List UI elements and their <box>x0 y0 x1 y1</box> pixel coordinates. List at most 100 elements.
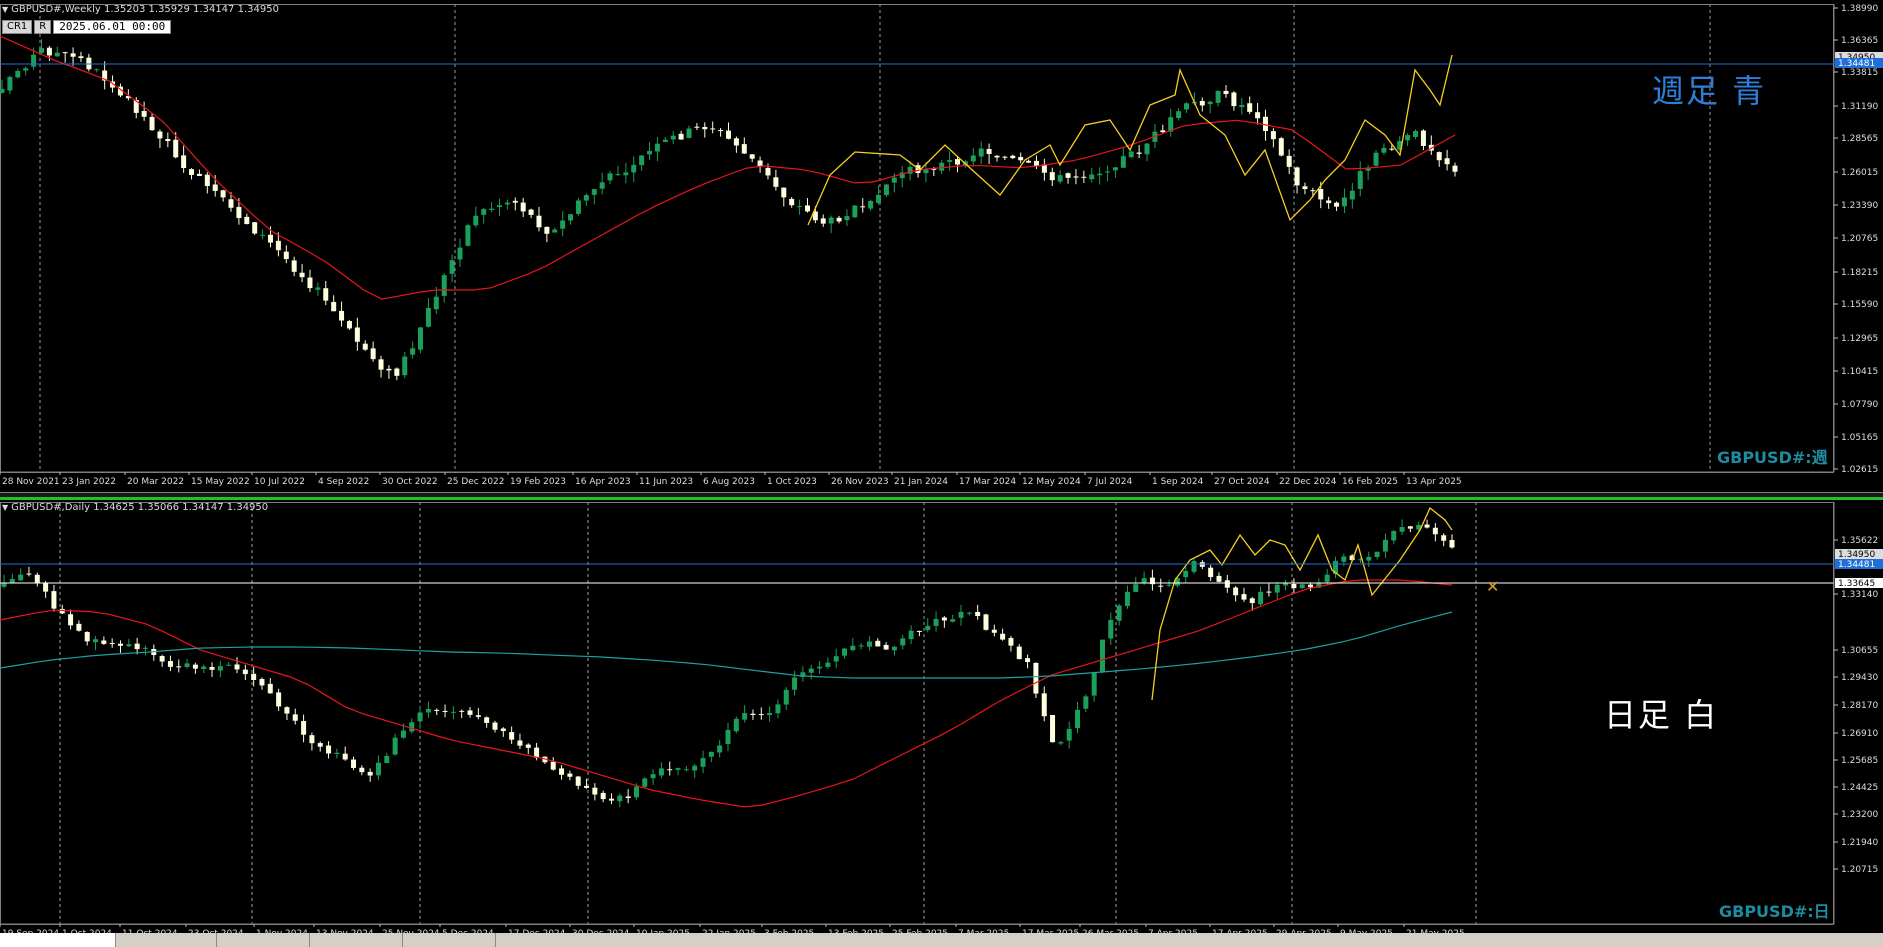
candle-body <box>1341 197 1347 207</box>
candle-body <box>654 143 660 152</box>
collapse-triangle-icon[interactable]: ▼ <box>2 503 8 512</box>
weekly-chart-canvas[interactable]: 1.38990 1.36365 1.33815 1.31190 1.28565 1.260… <box>0 0 1883 492</box>
price-label: 1.33815 <box>1841 68 1878 78</box>
chart-tab[interactable] <box>0 933 116 947</box>
price-label: 1.36365 <box>1841 36 1878 46</box>
candle-body <box>686 128 692 138</box>
candle-body <box>978 148 984 157</box>
candle-body <box>836 217 842 222</box>
price-label: 1.26910 <box>1841 729 1878 739</box>
candle-body <box>1318 189 1324 200</box>
candle-body <box>465 225 471 246</box>
time-label: 28 Nov 2021 <box>2 477 60 487</box>
candle-body <box>201 666 207 669</box>
price-label: 1.35622 <box>1841 536 1878 546</box>
weekly-symbol-label: GBPUSD#:週 <box>1717 448 1828 467</box>
candle-body <box>1223 90 1229 95</box>
candle-body <box>54 52 60 57</box>
candle-body <box>220 190 226 198</box>
candle-body <box>742 713 748 720</box>
candle-body <box>299 272 305 278</box>
time-label: 7 Jul 2024 <box>1087 477 1132 487</box>
panel-separator[interactable] <box>0 492 1883 500</box>
candle-body <box>1224 580 1230 588</box>
candle-body <box>804 205 810 212</box>
candle-body <box>1050 715 1056 743</box>
chart-tab[interactable] <box>403 933 496 947</box>
candle-body <box>866 641 872 647</box>
candle-body <box>384 756 390 764</box>
candle-body <box>694 126 700 128</box>
price-label: 1.28565 <box>1841 134 1878 144</box>
collapse-triangle-icon[interactable]: ▼ <box>2 5 8 14</box>
candle-body <box>1432 527 1438 535</box>
candle-body <box>955 159 961 165</box>
chart-tab[interactable] <box>116 933 217 947</box>
candle-body <box>623 172 629 176</box>
candle-body <box>433 296 439 310</box>
candle-body <box>1247 103 1253 112</box>
candle-body <box>1105 171 1111 173</box>
price-label: 1.21940 <box>1841 838 1878 848</box>
candle-body <box>181 155 187 168</box>
candle-body <box>1366 556 1372 561</box>
candle-body <box>631 164 637 173</box>
candle-body <box>1183 570 1189 578</box>
candle-body <box>1302 186 1308 190</box>
candle-body <box>1018 156 1024 161</box>
candle-body <box>850 645 856 651</box>
candle-body <box>326 745 332 754</box>
candle-body <box>1116 605 1122 621</box>
candle-body <box>852 205 858 218</box>
weekly-chart-panel[interactable]: 1.38990 1.36365 1.33815 1.31190 1.28565 1.260… <box>0 0 1883 492</box>
candle-body <box>567 773 573 777</box>
candle-body <box>575 200 581 214</box>
weekly-ohlc-header: ▼ GBPUSD#,Weekly 1.35203 1.35929 1.34147 … <box>2 4 279 15</box>
zigzag-line <box>807 54 1453 226</box>
candle-body <box>1239 105 1245 108</box>
candle-body <box>947 160 953 162</box>
candle-body <box>583 195 589 201</box>
time-label: 19 Feb 2023 <box>510 477 566 487</box>
candle-body <box>1334 202 1340 207</box>
candle-body <box>481 209 487 215</box>
chart-tab[interactable] <box>217 933 310 947</box>
candle-body <box>1128 151 1134 158</box>
time-label: 25 Dec 2022 <box>447 477 505 487</box>
candle-body <box>1283 583 1289 586</box>
ma-fast-line <box>0 579 1453 808</box>
candle-body <box>1294 167 1300 186</box>
candle-body <box>234 664 240 670</box>
candle-body <box>475 715 481 717</box>
r-button[interactable]: R <box>34 20 52 34</box>
candle-body <box>512 200 518 203</box>
candle-body <box>167 661 173 667</box>
candle-body <box>1066 728 1072 741</box>
candle-body <box>625 796 631 799</box>
candle-body <box>1075 709 1081 729</box>
candle-body <box>1324 574 1330 582</box>
candle-body <box>757 160 763 167</box>
candle-body <box>1341 556 1347 562</box>
candle-body <box>342 753 348 760</box>
candle-body <box>592 787 598 795</box>
candle-body <box>260 234 266 236</box>
candle-body <box>1097 173 1103 176</box>
date-input[interactable]: 2025.06.01 00:00 <box>53 20 172 34</box>
candle-body <box>1231 92 1237 107</box>
chart-tab[interactable] <box>310 933 403 947</box>
daily-chart-panel[interactable]: 1.35622 1.33140 1.30655 1.29430 1.28170 1.269… <box>0 500 1883 933</box>
price-label: 1.10415 <box>1841 367 1878 377</box>
price-label: 1.31190 <box>1841 102 1878 112</box>
candle-body <box>292 714 298 721</box>
candle-body <box>496 205 502 208</box>
candle-body <box>1436 152 1442 161</box>
candle-body <box>544 226 550 234</box>
zigzag-line <box>1151 506 1453 701</box>
candle-body <box>607 173 613 181</box>
daily-chart-canvas[interactable]: 1.35622 1.33140 1.30655 1.29430 1.28170 1.269… <box>0 500 1883 933</box>
candle-body <box>1278 138 1284 156</box>
candle-body <box>568 214 574 221</box>
candle-body <box>775 704 781 714</box>
cr1-button[interactable]: CR1 <box>2 20 33 34</box>
